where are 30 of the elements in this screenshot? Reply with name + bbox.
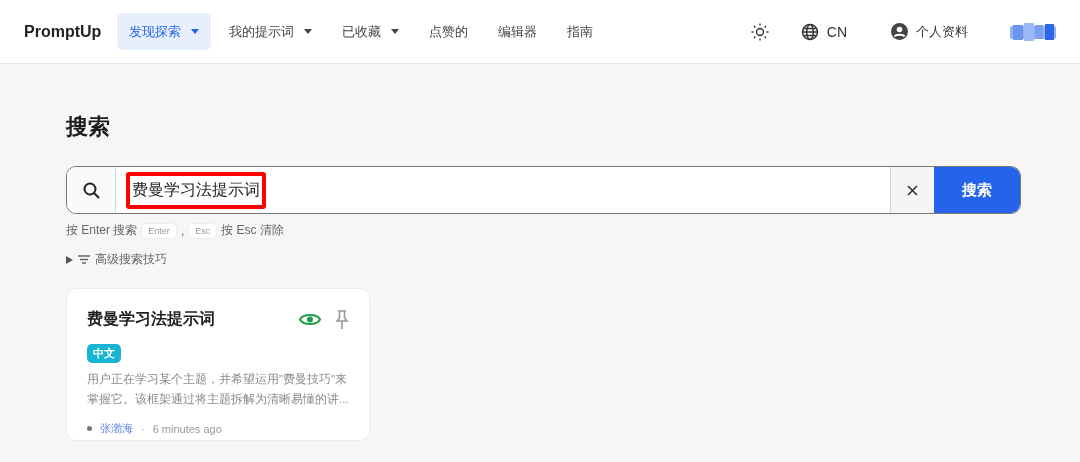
hint-text: 按 Enter 搜索 [66,222,138,239]
caret-right-icon [66,255,73,264]
author-avatar [87,426,92,431]
nav-tab[interactable]: 点赞的 [417,13,481,50]
nav-tab[interactable]: 编辑器 [486,13,550,50]
separator: · [141,422,145,435]
sun-icon[interactable] [750,22,769,41]
profile-button[interactable]: 个人资料 [879,13,980,50]
nav-tab[interactable]: 发现探索 [117,13,212,50]
card-description: 用户正在学习某个主题，并希望运用"费曼技巧"来掌握它。该框架通过将主题拆解为清晰易懂的讲... [87,372,349,407]
advanced-toggle[interactable]: 高级搜索技巧 [66,251,167,268]
author-link[interactable]: 张渤海 [100,421,133,436]
hint-text: 按 Esc 清除 [221,222,284,239]
pin-icon[interactable] [335,309,349,330]
language-tag: 中文 [87,344,121,363]
filter-icon [78,255,90,264]
eye-icon[interactable] [299,312,321,327]
user-icon [891,23,908,40]
nav-tab[interactable]: 指南 [555,13,606,50]
hint-text: , [180,223,185,238]
logo[interactable]: PromptUp [24,22,102,41]
nav-tab[interactable]: 我的提示词 [217,13,325,50]
timestamp: 6 minutes ago [152,422,222,435]
language-button[interactable]: CN [788,13,859,50]
key-hint: Enter [141,222,177,239]
card-title[interactable]: 费曼学习法提示词 [87,309,299,330]
nav-tab[interactable]: 已收藏 [330,13,412,50]
globe-icon [800,22,819,41]
key-hint: Esc [188,222,218,239]
page-title: 搜索 [66,113,111,141]
